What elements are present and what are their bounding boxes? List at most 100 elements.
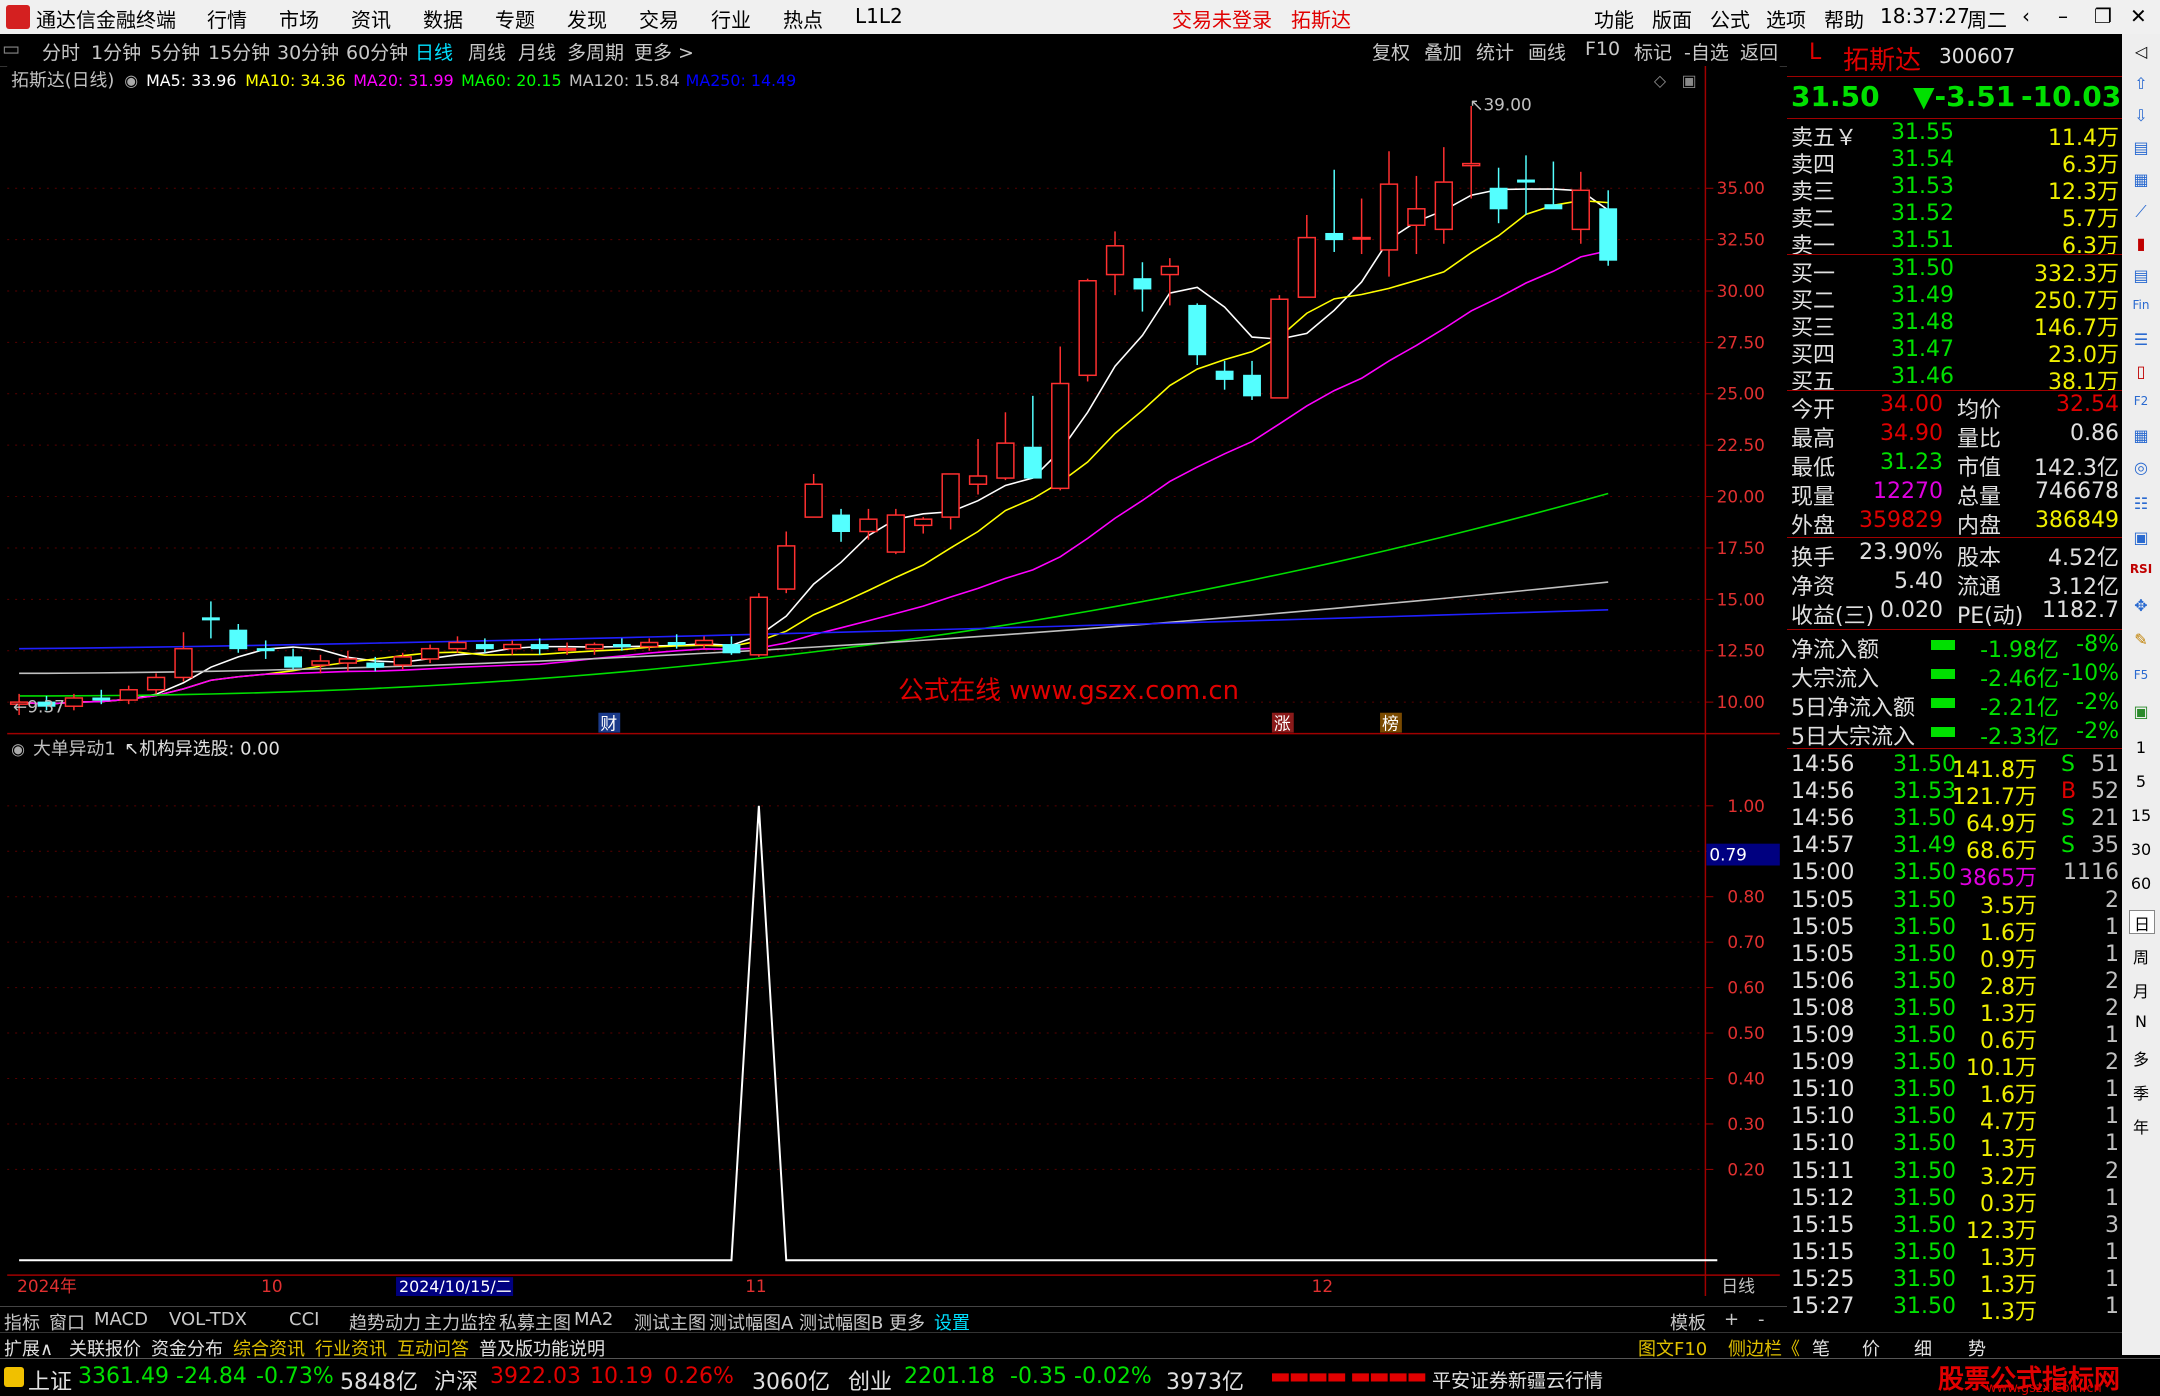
sidebar-60[interactable]: 60 (2129, 874, 2153, 896)
menu-jiaoyi[interactable]: 交易 (639, 4, 679, 33)
menu-faxian[interactable]: 发现 (567, 4, 607, 33)
btn-diejia[interactable]: 叠加 (1424, 38, 1462, 65)
sidebar-week[interactable]: 周 (2129, 944, 2153, 967)
move-icon[interactable]: ✥ (2129, 596, 2153, 618)
menu-gongneng[interactable]: 功能 (1594, 4, 1634, 33)
period-5min[interactable]: 5分钟 (150, 38, 200, 65)
menu-hangye[interactable]: 行业 (711, 4, 751, 33)
btn-f10[interactable]: F10 (1585, 38, 1620, 60)
candle[interactable] (1078, 278, 1097, 382)
period-weekly[interactable]: 周线 (468, 38, 506, 65)
btn-zixuan[interactable]: -自选 (1684, 38, 1729, 65)
btn-biaoji[interactable]: 标记 (1634, 38, 1672, 65)
sidebar-1[interactable]: 1 (2129, 738, 2153, 760)
circle-icon[interactable]: ◎ (2129, 458, 2153, 480)
tab-right-btn[interactable]: + (1724, 1309, 1739, 1330)
marker-cai[interactable]: 财 (600, 714, 617, 734)
l-badge: L (1809, 40, 1822, 65)
grid-icon[interactable]: ▦ (2129, 426, 2153, 448)
indicator-tab[interactable]: MACD (94, 1309, 148, 1330)
trend-icon[interactable]: ⟋ (2129, 202, 2153, 224)
btn-huaxian[interactable]: 画线 (1528, 38, 1566, 65)
candle[interactable] (1270, 295, 1289, 399)
doc-icon[interactable]: ▯ (2129, 362, 2153, 384)
sidebar-5[interactable]: 5 (2129, 772, 2153, 794)
hs-label[interactable]: 沪深 (434, 1364, 478, 1396)
minimize-icon[interactable]: – (2058, 4, 2068, 28)
pen-icon[interactable]: ✎ (2129, 630, 2153, 652)
restore-icon[interactable]: ❐ (2094, 4, 2112, 28)
sidebar-month[interactable]: 月 (2129, 978, 2153, 1001)
candle[interactable] (886, 508, 906, 555)
tab-right-btn[interactable]: - (1758, 1309, 1765, 1330)
diamond-icon[interactable]: ◇ (1654, 71, 1667, 90)
btn-fuquan[interactable]: 复权 (1372, 38, 1410, 65)
bars-icon[interactable]: ☷ (2129, 494, 2153, 516)
tick-time: 15:25 (1791, 1266, 1855, 1292)
sh-label[interactable]: 上证 (28, 1364, 72, 1396)
period-30min[interactable]: 30分钟 (277, 38, 339, 65)
toggle-icon[interactable]: ◁ (2129, 42, 2153, 64)
menu-shuju[interactable]: 数据 (423, 4, 463, 33)
marker-zhang[interactable]: 涨 (1274, 714, 1291, 734)
up-arrow-icon[interactable]: ⇧ (2129, 74, 2153, 96)
period-multi[interactable]: 多周期 (567, 38, 624, 65)
chart-title: 拓斯达(日线) (11, 70, 114, 91)
sidebar-15[interactable]: 15 (2129, 806, 2153, 828)
excel-icon[interactable]: ▣ (2129, 702, 2153, 724)
menu-shichang[interactable]: 市场 (279, 4, 319, 33)
menu-bangzhu[interactable]: 帮助 (1824, 4, 1864, 33)
sidebar-n[interactable]: N (2129, 1012, 2153, 1034)
login-status[interactable]: 交易未登录 (1172, 4, 1272, 33)
indicator-settings-icon[interactable]: ◉ (11, 739, 25, 758)
menu-zhuanti[interactable]: 专题 (495, 4, 535, 33)
period-fenshi[interactable]: 分时 (42, 38, 80, 65)
collapse-icon[interactable]: ▭ (2, 38, 20, 60)
cy-label[interactable]: 创业 (848, 1364, 892, 1396)
kline-chart[interactable]: 拓斯达(日线) ◉ MA5: 33.96 MA10: 34.36 MA20: 31.… (0, 66, 1787, 1296)
period-monthly[interactable]: 月线 (518, 38, 556, 65)
close-icon[interactable]: ✕ (2130, 4, 2147, 28)
menu-hangqing[interactable]: 行情 (207, 4, 247, 33)
window-icon[interactable]: ▣ (2129, 528, 2153, 550)
kline-icon[interactable]: ▤ (2129, 138, 2153, 160)
panel-toggle-icon[interactable]: ▣ (1682, 71, 1697, 90)
table-icon[interactable]: ▦ (2129, 170, 2153, 192)
menu-gongshi[interactable]: 公式 (1710, 4, 1750, 33)
sidebar-rsi[interactable]: RSI (2129, 562, 2153, 584)
marker-bang[interactable]: 榜 (1382, 714, 1399, 734)
period-more[interactable]: 更多 > (634, 38, 694, 65)
period-1min[interactable]: 1分钟 (91, 38, 141, 65)
indicator-tab[interactable]: MA2 (574, 1309, 613, 1330)
f5-icon[interactable]: F5 (2129, 668, 2153, 690)
sidebar-30[interactable]: 30 (2129, 840, 2153, 862)
indicator-tab[interactable]: CCI (289, 1309, 319, 1330)
sidebar-multi[interactable]: 多 (2129, 1046, 2153, 1069)
btn-tongji[interactable]: 统计 (1476, 38, 1514, 65)
status-icon[interactable] (4, 1367, 24, 1387)
fin-icon[interactable]: Fin (2129, 298, 2153, 320)
tick-side: S (2061, 806, 2075, 832)
news-icon[interactable]: ▤ (2129, 266, 2153, 288)
indicator-tab[interactable]: VOL-TDX (169, 1309, 247, 1330)
sidebar-season[interactable]: 季 (2129, 1080, 2153, 1103)
f2-icon[interactable]: F2 (2129, 394, 2153, 416)
menu-redian[interactable]: 热点 (783, 4, 823, 33)
menu-xuanxiang[interactable]: 选项 (1766, 4, 1806, 33)
tick-row: 15:05 31.50 1.6万 1 (1791, 915, 2119, 946)
down-arrow-icon[interactable]: ⇩ (2129, 106, 2153, 128)
back-icon[interactable]: ‹ (2022, 4, 2030, 28)
period-daily[interactable]: 日线 (415, 38, 453, 65)
period-15min[interactable]: 15分钟 (208, 38, 270, 65)
candle[interactable] (749, 593, 769, 657)
menu-banmian[interactable]: 版面 (1652, 4, 1692, 33)
period-60min[interactable]: 60分钟 (346, 38, 408, 65)
sidebar-year[interactable]: 年 (2129, 1114, 2153, 1137)
sidebar-day[interactable]: 日 (2129, 910, 2155, 934)
settings-icon[interactable]: ◉ (124, 71, 138, 90)
candle-icon[interactable]: ▮ (2129, 234, 2153, 256)
menu-zixun[interactable]: 资讯 (351, 4, 391, 33)
menu-l1l2[interactable]: L1L2 (855, 4, 903, 28)
btn-fanhui[interactable]: 返回 (1740, 38, 1778, 65)
list-icon[interactable]: ☰ (2129, 330, 2153, 352)
